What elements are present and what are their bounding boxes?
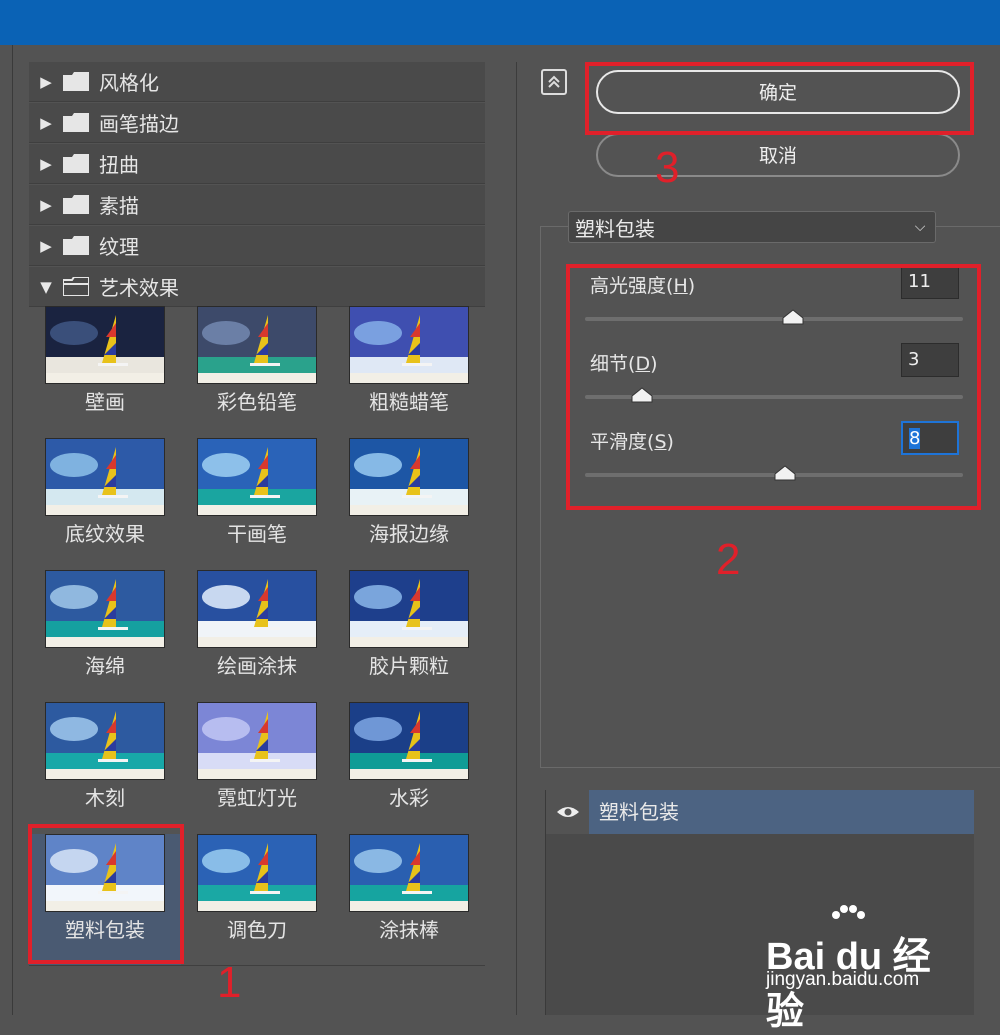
filter-thumbnail-label: 涂抹棒: [379, 918, 439, 942]
collapse-arrow-icon: ▼: [40, 277, 52, 296]
annotation-number-1: 1: [217, 958, 242, 1007]
left-strip: [0, 45, 13, 1015]
folder-icon: [63, 113, 89, 132]
filter-preview-image: [197, 834, 317, 912]
expand-arrow-icon: ▶: [40, 72, 52, 91]
filter-preview-image: [349, 438, 469, 516]
filter-preview-image: [197, 306, 317, 384]
filter-preview-image: [349, 834, 469, 912]
filter-thumbnail-label: 木刻: [85, 786, 125, 810]
filter-preview-image: [349, 702, 469, 780]
filter-thumbnail[interactable]: 调色刀: [181, 834, 333, 966]
filter-thumbnail-label: 胶片颗粒: [369, 654, 449, 678]
filter-thumbnail-label: 水彩: [389, 786, 429, 810]
watermark-url: jingyan.baidu.com: [766, 969, 920, 990]
filter-thumbnail[interactable]: 海报边缘: [333, 438, 485, 570]
effect-layer-row[interactable]: 塑料包装: [546, 790, 974, 834]
filter-thumbnail[interactable]: 胶片颗粒: [333, 570, 485, 702]
annotation-number-3: 3: [655, 143, 680, 192]
filter-thumbnail-label: 粗糙蜡笔: [369, 390, 449, 414]
expand-arrow-icon: ▶: [40, 195, 52, 214]
divider: [29, 965, 485, 966]
filter-thumbnail[interactable]: 绘画涂抹: [181, 570, 333, 702]
filter-preview-image: [197, 438, 317, 516]
category-label: 扭曲: [99, 153, 139, 177]
filter-thumbnail[interactable]: 水彩: [333, 702, 485, 834]
filter-thumbnail-label: 调色刀: [227, 918, 287, 942]
filter-thumbnail-label: 绘画涂抹: [217, 654, 297, 678]
filter-thumbnail[interactable]: 底纹效果: [29, 438, 181, 570]
baidu-jingyan-watermark: Bai du 经验 jingyan.baidu.com: [766, 905, 966, 1033]
filter-preview-image: [197, 570, 317, 648]
filter-preview-image: [45, 438, 165, 516]
folder-icon: [63, 72, 89, 91]
annotation-box-3: [585, 62, 974, 135]
filter-preview-image: [45, 570, 165, 648]
category-artistic[interactable]: ▼ 艺术效果: [29, 267, 485, 307]
filter-thumbnail-label: 海绵: [85, 654, 125, 678]
filter-preview-image: [349, 306, 469, 384]
effect-layer-name: 塑料包装: [589, 790, 974, 834]
filter-thumbnail-label: 海报边缘: [369, 522, 449, 546]
category-label: 风格化: [99, 71, 159, 95]
title-bar: [0, 0, 1000, 45]
filter-thumbnail-label: 彩色铅笔: [217, 390, 297, 414]
expand-arrow-icon: ▶: [40, 236, 52, 255]
category-distort[interactable]: ▶ 扭曲: [29, 144, 485, 184]
filter-preview-image: [45, 306, 165, 384]
filter-preview-image: [349, 570, 469, 648]
category-stylize[interactable]: ▶ 风格化: [29, 62, 485, 102]
open-folder-icon: [63, 277, 89, 296]
expand-arrow-icon: ▶: [40, 113, 52, 132]
category-label: 纹理: [99, 235, 139, 259]
filter-thumbnail[interactable]: 干画笔: [181, 438, 333, 570]
filter-thumbnail-label: 干画笔: [227, 522, 287, 546]
filter-thumbnail[interactable]: 霓虹灯光: [181, 702, 333, 834]
category-label: 画笔描边: [99, 112, 179, 136]
category-label: 艺术效果: [99, 276, 179, 300]
annotation-number-2: 2: [716, 535, 741, 584]
category-sketch[interactable]: ▶ 素描: [29, 185, 485, 225]
filter-preview-image: [45, 702, 165, 780]
category-texture[interactable]: ▶ 纹理: [29, 226, 485, 266]
cancel-button[interactable]: 取消: [596, 133, 960, 177]
filter-thumbnail[interactable]: 粗糙蜡笔: [333, 306, 485, 438]
filter-thumbnail-label: 壁画: [85, 390, 125, 414]
filter-select-value: 塑料包装: [575, 216, 655, 241]
expand-arrow-icon: ▶: [40, 154, 52, 173]
filter-thumbnail[interactable]: 壁画: [29, 306, 181, 438]
filter-thumbnail-label: 霓虹灯光: [217, 786, 297, 810]
collapse-panel-icon[interactable]: [541, 69, 567, 95]
eye-icon[interactable]: [546, 790, 589, 834]
folder-icon: [63, 154, 89, 173]
annotation-box-1: [28, 824, 184, 964]
filter-thumbnail[interactable]: 涂抹棒: [333, 834, 485, 966]
category-label: 素描: [99, 194, 139, 218]
folder-icon: [63, 195, 89, 214]
filter-select[interactable]: 塑料包装 ⌵: [568, 211, 936, 243]
chevron-down-icon: ⌵: [914, 219, 926, 235]
category-brush-strokes[interactable]: ▶ 画笔描边: [29, 103, 485, 143]
filter-thumbnail-label: 底纹效果: [65, 522, 145, 546]
annotation-box-2: [566, 264, 981, 510]
filter-thumbnail[interactable]: 木刻: [29, 702, 181, 834]
filter-thumbnail[interactable]: 彩色铅笔: [181, 306, 333, 438]
divider: [516, 62, 517, 1015]
folder-icon: [63, 236, 89, 255]
filter-preview-image: [197, 702, 317, 780]
filter-thumbnail[interactable]: 海绵: [29, 570, 181, 702]
